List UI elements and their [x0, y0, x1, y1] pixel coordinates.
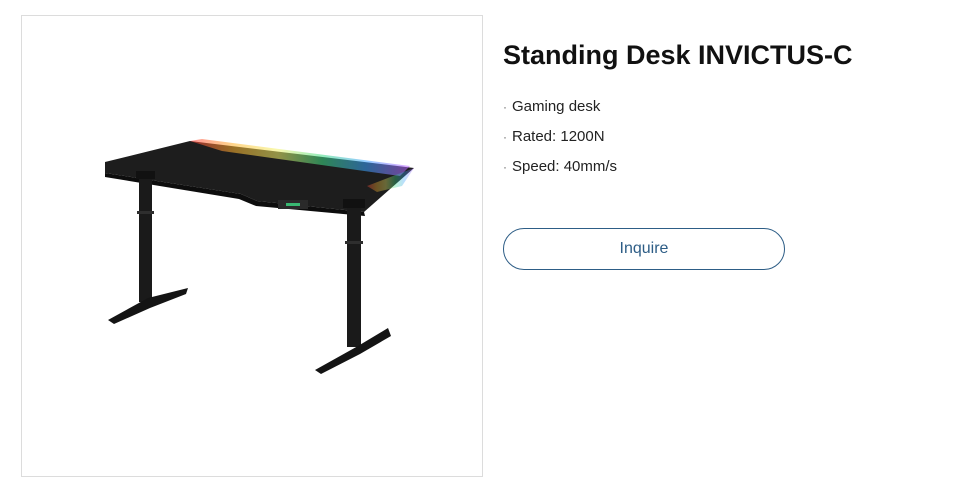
bullet-icon: · — [503, 130, 507, 144]
feature-item: · Rated: 1200N — [503, 122, 943, 152]
bullet-icon: · — [503, 100, 507, 114]
standing-desk-image — [105, 139, 414, 374]
product-info: Standing Desk INVICTUS-C · Gaming desk ·… — [503, 38, 943, 182]
product-image-frame — [21, 15, 483, 477]
feature-list: · Gaming desk · Rated: 1200N · Speed: 40… — [503, 92, 943, 182]
feature-text: Rated: 1200N — [512, 128, 605, 145]
feature-item: · Speed: 40mm/s — [503, 152, 943, 182]
bullet-icon: · — [503, 160, 507, 174]
feature-text: Speed: 40mm/s — [512, 158, 618, 175]
product-title: Standing Desk INVICTUS-C — [503, 40, 853, 70]
inquire-button[interactable]: Inquire — [503, 228, 785, 270]
feature-item: · Gaming desk — [503, 92, 943, 122]
feature-text: Gaming desk — [512, 98, 601, 115]
